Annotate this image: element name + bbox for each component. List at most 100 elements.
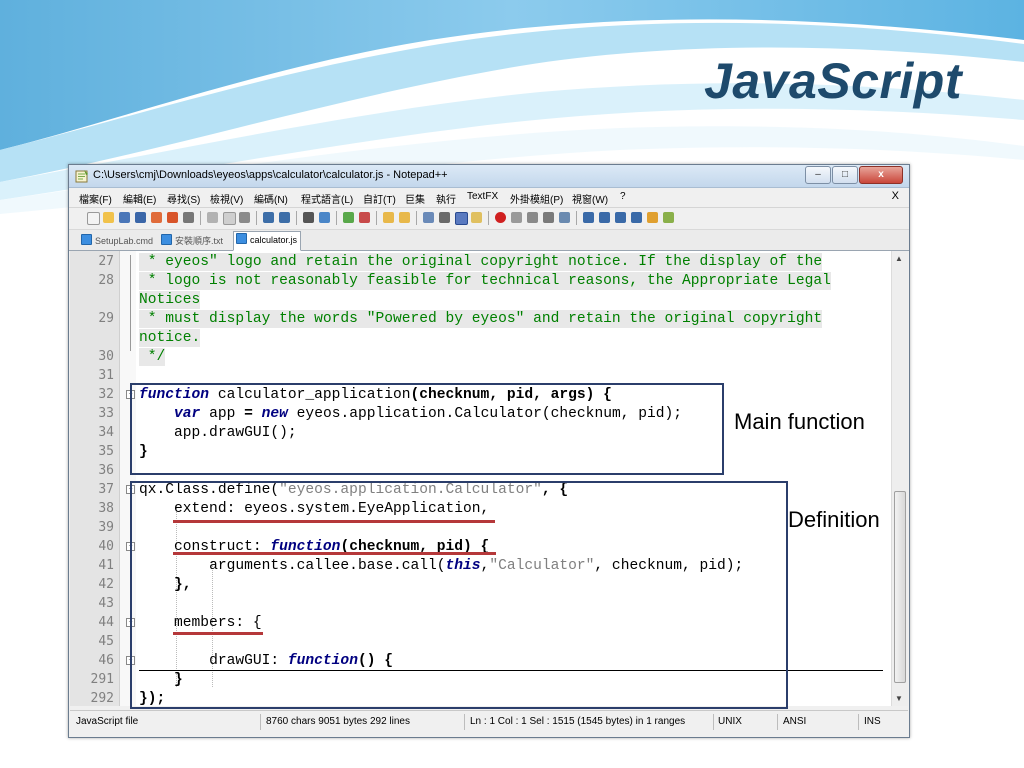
maximize-button[interactable]: □: [832, 166, 858, 184]
replace-icon[interactable]: [319, 212, 330, 223]
window-title: C:\Users\cmj\Downloads\eyeos\apps\calcul…: [93, 169, 448, 181]
menu-search[interactable]: 尋找(S): [167, 191, 200, 206]
title-bar[interactable]: C:\Users\cmj\Downloads\eyeos\apps\calcul…: [69, 165, 909, 188]
menu-plugins[interactable]: 外掛模組(P): [510, 191, 563, 206]
close-button[interactable]: x: [859, 166, 903, 184]
zoom-in-icon[interactable]: [343, 212, 354, 223]
menu-macro[interactable]: 巨集: [405, 191, 425, 206]
vertical-scrollbar[interactable]: ▲ ▼: [891, 251, 908, 706]
new-file-icon[interactable]: [87, 212, 100, 225]
slide-title: JavaScript: [704, 53, 962, 109]
macro-record-icon[interactable]: [495, 212, 506, 223]
line-number: 36: [98, 463, 114, 478]
close-document-icon[interactable]: X: [892, 190, 899, 202]
definition-box: [130, 481, 788, 709]
toolbar: [69, 207, 909, 228]
print-icon[interactable]: [183, 212, 194, 223]
show-all-chars-icon[interactable]: [439, 212, 450, 223]
macro-run-multiple-icon[interactable]: [543, 212, 554, 223]
minimize-button[interactable]: –: [805, 166, 831, 184]
macro-stop-icon[interactable]: [511, 212, 522, 223]
arrow-up-icon[interactable]: [599, 212, 610, 223]
open-file-icon[interactable]: [103, 212, 114, 223]
line-number: 39: [98, 520, 114, 535]
menu-language[interactable]: 程式語言(L): [301, 191, 353, 206]
macro-play-icon[interactable]: [527, 212, 538, 223]
line-number: 32: [98, 387, 114, 402]
word-wrap-icon[interactable]: [423, 212, 434, 223]
line-number: 37: [98, 482, 114, 497]
find-icon[interactable]: [303, 212, 314, 223]
menu-edit[interactable]: 編輯(E): [123, 191, 156, 206]
zoom-out-icon[interactable]: [359, 212, 370, 223]
main-function-box: [130, 383, 724, 475]
scrollbar-thumb[interactable]: [894, 491, 906, 683]
menu-bar: 檔案(F) 編輯(E) 尋找(S) 檢視(V) 編碼(N) 程式語言(L) 自訂…: [69, 188, 909, 206]
indent-guide-icon[interactable]: [455, 212, 468, 225]
file-icon: [236, 233, 247, 244]
scroll-down-icon[interactable]: ▼: [895, 694, 903, 703]
menu-run[interactable]: 執行: [436, 191, 456, 206]
menu-help[interactable]: ?: [620, 191, 626, 202]
line-number: 42: [98, 577, 114, 592]
save-icon[interactable]: [119, 212, 130, 223]
udl-icon[interactable]: [471, 212, 482, 223]
line-number: 43: [98, 596, 114, 611]
tab-label: 安裝順序.txt: [175, 236, 224, 246]
menu-settings[interactable]: 自訂(T): [363, 191, 396, 206]
scroll-up-icon[interactable]: ▲: [895, 254, 903, 263]
spell-check-icon[interactable]: [663, 212, 674, 223]
menu-view[interactable]: 檢視(V): [210, 191, 243, 206]
line-number: 33: [98, 406, 114, 421]
status-position: Ln : 1 Col : 1 Sel : 1515 (1545 bytes) i…: [470, 716, 686, 727]
textfx-icon[interactable]: [583, 212, 594, 223]
main-function-label: Main function: [734, 409, 865, 434]
close-file-icon[interactable]: [151, 212, 162, 223]
line-number: 35: [98, 444, 114, 459]
extend-underline: [173, 520, 495, 523]
menu-window[interactable]: 視窗(W): [572, 191, 608, 206]
menu-textfx[interactable]: TextFX: [467, 191, 498, 202]
code-line-28: * logo is not reasonably feasible for te…: [139, 272, 831, 290]
file-icon: [81, 234, 92, 245]
line-number: 28: [98, 273, 114, 288]
tab-calculator[interactable]: calculator.js: [233, 231, 302, 251]
tab-install-order[interactable]: 安裝順序.txt: [159, 233, 226, 249]
menu-file[interactable]: 檔案(F): [79, 191, 112, 206]
copy-icon[interactable]: [223, 212, 236, 225]
sync-vertical-icon[interactable]: [383, 212, 394, 223]
line-number: 41: [98, 558, 114, 573]
sync-horizontal-icon[interactable]: [399, 212, 410, 223]
tab-label: calculator.js: [250, 235, 298, 245]
redo-icon[interactable]: [279, 212, 290, 223]
file-icon: [161, 234, 172, 245]
menu-encoding[interactable]: 編碼(N): [254, 191, 288, 206]
tab-setuplab[interactable]: SetupLab.cmd: [79, 233, 156, 249]
sort-icon[interactable]: [631, 212, 642, 223]
code-line-30: */: [139, 348, 166, 366]
paste-icon[interactable]: [239, 212, 250, 223]
save-all-icon[interactable]: [135, 212, 146, 223]
line-number: 30: [98, 349, 114, 364]
code-line-27: * eyeos" logo and retain the original co…: [139, 253, 823, 271]
code-line-29-wrap: notice.: [139, 329, 201, 347]
status-eol: UNIX: [718, 716, 742, 727]
line-number: 29: [98, 311, 114, 326]
notepadpp-app-icon: [75, 170, 88, 183]
cut-icon[interactable]: [207, 212, 218, 223]
members-underline: [173, 632, 263, 635]
arrow-down-icon[interactable]: [615, 212, 626, 223]
fold-guide: [130, 255, 131, 351]
status-encoding: ANSI: [783, 716, 807, 727]
macro-save-icon[interactable]: [559, 212, 570, 223]
construct-underline: [173, 552, 496, 555]
undo-icon[interactable]: [263, 212, 274, 223]
close-all-icon[interactable]: [167, 212, 178, 223]
line-number: 31: [98, 368, 114, 383]
plugin-icon[interactable]: [647, 212, 658, 223]
status-insert-mode: INS: [864, 716, 881, 727]
code-line-28-wrap: Notices: [139, 291, 201, 309]
line-number: 46: [98, 653, 114, 668]
line-number-margin: 27 28 29 30 31 32 33 34 35 36 37 38 39 4…: [70, 251, 120, 706]
tab-label: SetupLab.cmd: [95, 236, 154, 246]
